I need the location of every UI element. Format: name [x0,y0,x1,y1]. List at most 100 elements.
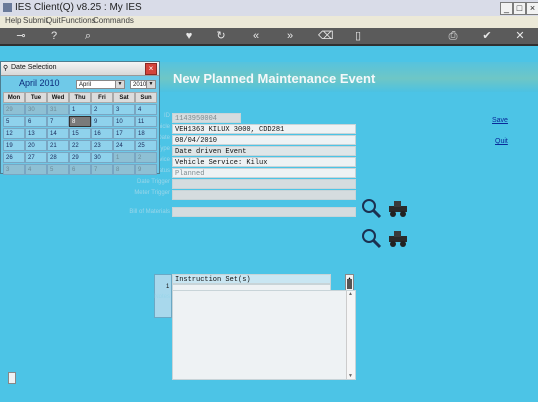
calendar-day[interactable]: 21 [47,140,69,151]
calendar-day[interactable]: 4 [25,164,47,175]
calendar-day[interactable]: 6 [25,116,47,127]
bom-field[interactable] [172,207,356,217]
status-field[interactable]: Planned [172,168,356,178]
service-field[interactable]: Vehicle Service: Kilux [172,157,356,167]
search-icon[interactable]: ⌕ [82,30,94,42]
calendar-day[interactable]: 7 [47,116,69,127]
weekday-header: Tue [25,92,47,103]
calendar-day[interactable]: 3 [113,104,135,115]
month-select[interactable]: April ▼ [76,80,125,89]
calendar-day[interactable]: 9 [91,116,113,127]
key-icon[interactable]: ⊸ [12,30,30,42]
quit-link[interactable]: Quit [495,138,508,145]
cancel-icon[interactable]: ✕ [514,30,526,42]
scroll-down-icon[interactable]: ▼ [348,373,353,379]
check-icon[interactable]: ✔ [481,30,493,42]
menu-submit[interactable]: Submit [23,16,48,25]
calendar-day[interactable]: 11 [135,116,157,127]
bom-label: Bill of Materials [129,209,170,215]
app-icon [3,3,12,12]
menu-quit[interactable]: Quit [46,16,61,25]
menu-functions[interactable]: Functions [61,16,96,25]
calendar-day[interactable]: 30 [25,104,47,115]
calendar-day[interactable]: 9 [135,164,157,175]
calendar-day[interactable]: 29 [69,152,91,163]
weekday-header: Wed [47,92,69,103]
calendar-day[interactable]: 19 [3,140,25,151]
calendar-day[interactable]: 8 [113,164,135,175]
dialog-close-button[interactable]: × [145,63,157,75]
heart-icon[interactable]: ♥ [183,30,195,42]
magnifier-icon[interactable] [360,197,382,219]
help-icon[interactable]: ? [48,30,60,42]
calendar-day[interactable]: 17 [113,128,135,139]
truck-icon[interactable] [387,227,409,249]
date-field[interactable]: 08/04/2010 [172,135,356,145]
calendar-day[interactable]: 8 [69,116,91,127]
refresh-icon[interactable]: ↻ [215,30,227,42]
print-icon[interactable]: ⎙ [447,30,459,42]
minimize-button[interactable]: _ [500,2,513,15]
meter-trigger-field[interactable] [172,190,356,200]
calendar-day[interactable]: 23 [91,140,113,151]
title-bar: IES Client(Q) v8.25 : My IES _ □ × [0,0,538,17]
trash-icon[interactable]: ⌫ [318,30,334,42]
type-field[interactable]: Date driven Event [172,146,356,156]
maximize-button[interactable]: □ [513,2,526,15]
calendar-day[interactable]: 7 [91,164,113,175]
calendar-day[interactable]: 31 [47,104,69,115]
calendar-day[interactable]: 15 [69,128,91,139]
window-title: IES Client(Q) v8.25 : My IES [15,2,142,13]
calendar-day[interactable]: 26 [3,152,25,163]
calendar-day[interactable]: 25 [135,140,157,151]
save-link[interactable]: Save [492,117,508,124]
truck-icon[interactable] [387,197,409,219]
calendar-day[interactable]: 30 [91,152,113,163]
calendar-day[interactable]: 13 [25,128,47,139]
vehicle-field[interactable]: VEH1363 KILUX 3000, CDD281 [172,124,356,134]
calendar-weeks: 29 30 31 1 2 3 4 5 6 7 8 9 10 11 12 13 14 15 16 17 18 19 20 21 2… [3,104,157,176]
date-trigger-field[interactable] [172,179,356,189]
document-icon[interactable]: ▯ [352,30,364,42]
chevron-down-icon[interactable]: ▼ [146,81,155,88]
year-select[interactable]: 2010 ▼ [130,80,156,89]
calendar-day[interactable]: 6 [69,164,91,175]
weekday-header: Thu [69,92,91,103]
calendar-day[interactable]: 18 [135,128,157,139]
calendar-day[interactable]: 10 [113,116,135,127]
calendar-day[interactable]: 20 [25,140,47,151]
calendar-day[interactable]: 12 [3,128,25,139]
scroll-thumb[interactable] [347,279,352,289]
calendar-day[interactable]: 27 [25,152,47,163]
chevron-down-icon[interactable]: ▼ [115,81,124,88]
calendar-day[interactable]: 24 [113,140,135,151]
calendar-day[interactable]: 16 [91,128,113,139]
calendar-day[interactable]: 28 [47,152,69,163]
scroll-up-icon[interactable]: ▲ [348,291,353,297]
calendar-day[interactable]: 14 [47,128,69,139]
menu-help[interactable]: Help [5,16,21,25]
toolbar: ⊸ ? ⌕ ♥ ↻ « » ⌫ ▯ ⎙ ✔ ✕ [0,28,538,46]
calendar-day[interactable]: 2 [135,152,157,163]
month-select-value: April [79,82,92,88]
calendar-day[interactable]: 5 [47,164,69,175]
magnifier-icon[interactable] [360,227,382,249]
forward-icon[interactable]: » [284,30,296,42]
calendar-day[interactable]: 3 [3,164,25,175]
page-title: New Planned Maintenance Event [173,71,376,86]
calendar-day[interactable]: 29 [3,104,25,115]
side-tab[interactable] [8,372,16,384]
calendar-week-row: 5 6 7 8 9 10 11 [3,116,157,128]
calendar-day[interactable]: 1 [113,152,135,163]
menu-commands[interactable]: Commands [93,16,134,25]
notes-scrollbar[interactable]: ▲ ▼ [346,291,355,379]
calendar-day[interactable]: 4 [135,104,157,115]
year-select-value: 2010 [133,82,147,88]
rewind-icon[interactable]: « [250,30,262,42]
calendar-day[interactable]: 2 [91,104,113,115]
calendar-day[interactable]: 5 [3,116,25,127]
calendar-day[interactable]: 22 [69,140,91,151]
notes-textarea[interactable]: ▲ ▼ [172,290,356,380]
calendar-day[interactable]: 1 [69,104,91,115]
close-button[interactable]: × [526,2,538,15]
